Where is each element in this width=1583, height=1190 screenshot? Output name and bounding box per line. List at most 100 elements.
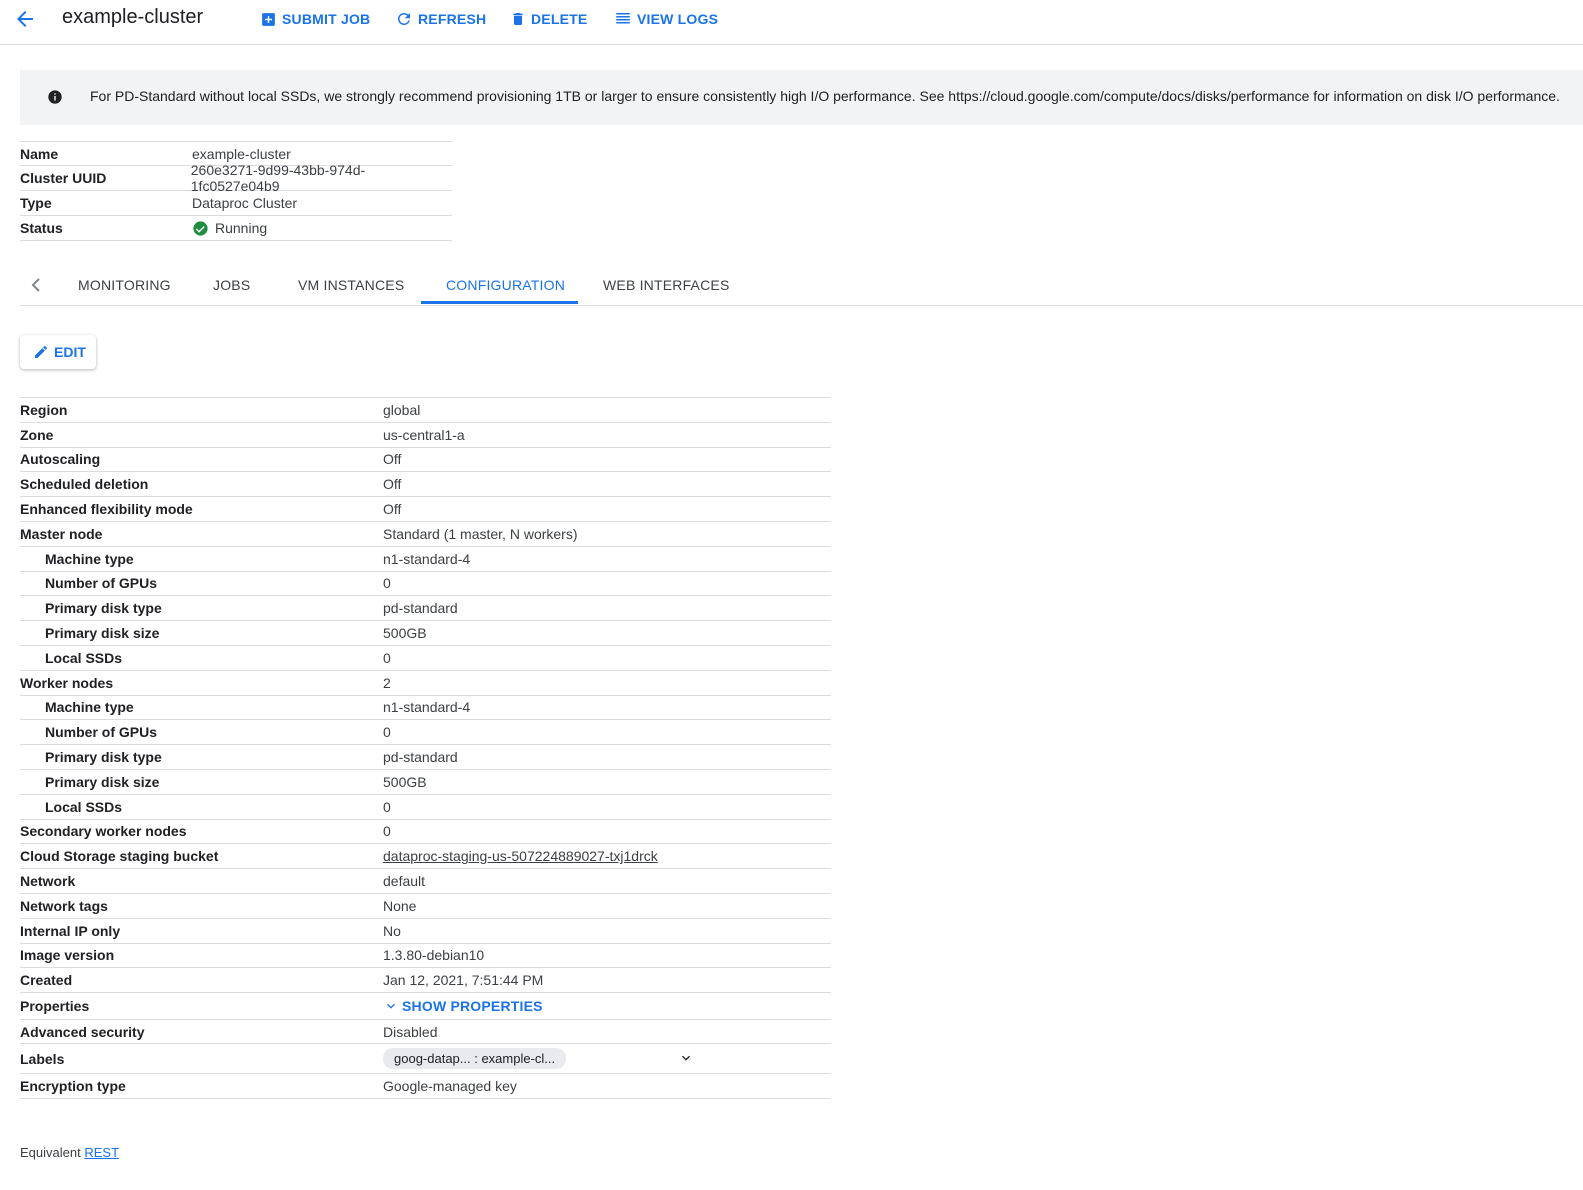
- config-value: 500GB: [383, 773, 427, 790]
- refresh-button[interactable]: REFRESH: [395, 9, 486, 29]
- config-value: No: [383, 922, 401, 939]
- tab-configuration[interactable]: CONFIGURATION: [446, 277, 565, 293]
- page-header: example-cluster SUBMIT JOB REFRESH DELET…: [0, 0, 1583, 45]
- pencil-icon: [35, 345, 48, 358]
- view-logs-label: VIEW LOGS: [637, 11, 719, 27]
- add-box-icon: [262, 12, 275, 26]
- config-row: Machine type n1-standard-4: [20, 696, 831, 721]
- cluster-summary: Name example-cluster Cluster UUID 260e32…: [20, 141, 452, 241]
- config-row: Local SSDs 0: [20, 795, 831, 820]
- config-value: us-central1-a: [383, 426, 465, 443]
- config-value: None: [383, 897, 417, 914]
- delete-label: DELETE: [531, 11, 588, 27]
- config-row: Number of GPUs 0: [20, 572, 831, 597]
- config-value: Jan 12, 2021, 7:51:44 PM: [383, 972, 544, 989]
- staging-bucket-link[interactable]: dataproc-staging-us-507224889027-txj1drc…: [383, 848, 658, 864]
- config-key: Local SSDs: [45, 649, 123, 666]
- show-properties-button[interactable]: SHOW PROPERTIES: [383, 998, 543, 1014]
- summary-key: Status: [20, 220, 63, 236]
- config-row: Network default: [20, 869, 831, 894]
- trash-icon: [513, 13, 523, 25]
- config-key: Labels: [20, 1050, 65, 1067]
- delete-button[interactable]: DELETE: [510, 9, 587, 29]
- banner-message: For PD-Standard without local SSDs, we s…: [90, 88, 1560, 104]
- summary-row: Cluster UUID 260e3271-9d99-43bb-974d-1fc…: [20, 162, 452, 194]
- config-value: 0: [383, 724, 391, 741]
- config-key: Zone: [20, 426, 54, 443]
- config-value: Google-managed key: [383, 1078, 517, 1095]
- config-row: Region global: [20, 398, 831, 423]
- config-row: Cloud Storage staging bucket dataproc-sta…: [20, 844, 831, 870]
- config-value: 0: [383, 798, 391, 815]
- show-properties-label: SHOW PROPERTIES: [402, 997, 543, 1014]
- config-row: Worker nodes 2: [20, 671, 831, 696]
- summary-value: example-cluster: [192, 145, 291, 162]
- config-row: Number of GPUs 0: [20, 720, 831, 746]
- status-text: Running: [215, 220, 268, 236]
- config-key: Primary disk type: [45, 600, 162, 617]
- label-chip: goog-datap... : example-cl...: [383, 1048, 567, 1070]
- config-key: Machine type: [45, 550, 134, 567]
- summary-key: Type: [20, 195, 52, 211]
- config-value: 500GB: [383, 625, 427, 642]
- config-row: Enhanced flexibility mode Off: [20, 497, 831, 522]
- config-value: Off: [383, 501, 402, 518]
- config-key: Scheduled deletion: [20, 476, 149, 493]
- config-row: Primary disk size 500GB: [20, 770, 831, 795]
- config-row: Machine type n1-standard-4: [20, 547, 831, 572]
- edit-label: EDIT: [54, 344, 86, 360]
- status-value: Running: [192, 220, 267, 237]
- config-key: Master node: [20, 525, 103, 542]
- config-key: Secondary worker nodes: [20, 823, 187, 840]
- config-key: Autoscaling: [20, 451, 101, 468]
- config-key: Primary disk size: [45, 625, 160, 642]
- config-value: 2: [383, 674, 391, 691]
- config-row: Scheduled deletion Off: [20, 472, 831, 498]
- chevron-down-icon[interactable]: [678, 1050, 694, 1066]
- config-key: Created: [20, 972, 73, 989]
- config-row: Autoscaling Off: [20, 448, 831, 473]
- configuration-table: Region global Zone us-central1-a Autoscali…: [20, 397, 831, 1100]
- submit-job-button[interactable]: SUBMIT JOB: [260, 9, 370, 29]
- config-key: Encryption type: [20, 1078, 126, 1095]
- tab-monitoring[interactable]: MONITORING: [78, 277, 171, 293]
- config-value: Off: [383, 476, 402, 493]
- config-key: Cloud Storage staging bucket: [20, 848, 219, 865]
- config-row: Advanced security Disabled: [20, 1020, 831, 1045]
- config-value: Off: [383, 451, 402, 468]
- config-key: Network: [20, 873, 76, 890]
- tab-vm-instances[interactable]: VM INSTANCES: [298, 277, 404, 293]
- summary-row: Status Running: [20, 216, 452, 241]
- config-row: Master node Standard (1 master, N workers…: [20, 522, 831, 547]
- submit-job-label: SUBMIT JOB: [282, 11, 371, 27]
- config-row: Primary disk type pd-standard: [20, 596, 831, 622]
- config-row: Created Jan 12, 2021, 7:51:44 PM: [20, 968, 831, 994]
- config-row: Local SSDs 0: [20, 646, 831, 671]
- config-key: Number of GPUs: [45, 724, 158, 741]
- tab-bar: MONITORING JOBS VM INSTANCES CONFIGURATI…: [20, 265, 1583, 306]
- list-icon: [616, 13, 630, 24]
- tab-web-interfaces[interactable]: WEB INTERFACES: [603, 277, 729, 293]
- config-value: pd-standard: [383, 749, 458, 766]
- summary-value: Dataproc Cluster: [192, 195, 298, 211]
- active-tab-indicator: [421, 301, 578, 304]
- config-row: Primary disk type pd-standard: [20, 745, 831, 770]
- chevron-left-icon[interactable]: [30, 277, 42, 293]
- config-key: Worker nodes: [20, 674, 114, 691]
- view-logs-button[interactable]: VIEW LOGS: [614, 9, 718, 29]
- tab-jobs[interactable]: JOBS: [213, 277, 250, 293]
- back-button[interactable]: [12, 7, 38, 31]
- config-key: Properties: [20, 997, 90, 1014]
- edit-button[interactable]: EDIT: [20, 335, 96, 369]
- config-row: Encryption type Google-managed key: [20, 1074, 831, 1100]
- config-key: Machine type: [45, 699, 134, 716]
- summary-key: Name: [20, 145, 59, 162]
- summary-row: Type Dataproc Cluster: [20, 191, 452, 216]
- config-key: Network tags: [20, 897, 108, 914]
- refresh-label: REFRESH: [418, 11, 487, 27]
- config-value: Disabled: [383, 1023, 438, 1040]
- rest-link[interactable]: REST: [84, 1145, 119, 1160]
- config-key: Image version: [20, 947, 115, 964]
- config-key: Region: [20, 401, 68, 418]
- config-value: default: [383, 873, 426, 890]
